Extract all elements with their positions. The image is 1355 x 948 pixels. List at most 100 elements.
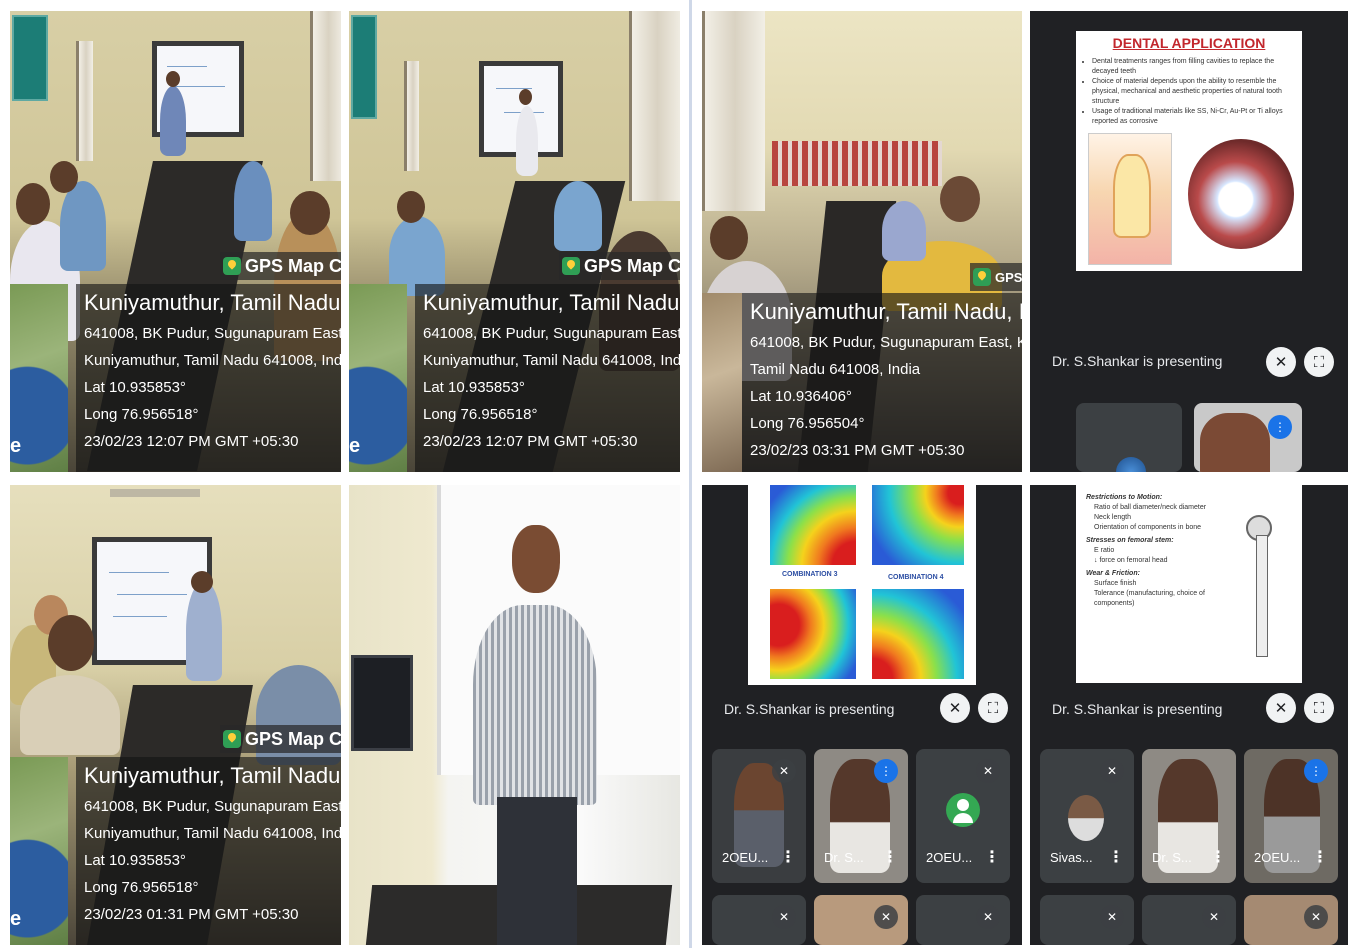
participant-tile[interactable]: Dr. S... ⋮ xyxy=(1142,749,1236,883)
projector-mount xyxy=(110,489,200,497)
avatar xyxy=(946,793,980,827)
hip-implant-diagram xyxy=(1236,515,1286,665)
participant-name: Dr. S... xyxy=(1152,850,1192,865)
shared-slide: DENTAL APPLICATION Dental treatments ran… xyxy=(1076,31,1302,271)
more-vertical-icon[interactable]: ⋮ xyxy=(1108,847,1124,867)
speaking-icon: ⋮ xyxy=(1304,759,1328,783)
gps-mini-map: e xyxy=(10,757,68,945)
more-vertical-icon[interactable]: ⋮ xyxy=(882,847,898,867)
window xyxy=(404,61,419,171)
participant-name: Dr. S... xyxy=(824,850,864,865)
fullscreen-icon[interactable]: ⛶ xyxy=(1304,693,1334,723)
more-vertical-icon[interactable]: ⋮ xyxy=(780,847,796,867)
timestamp: 23/02/23 01:31 PM GMT +05:30 xyxy=(84,906,299,923)
participant-tile[interactable]: ✕ xyxy=(1040,895,1134,945)
latitude: Lat 10.935853° xyxy=(423,379,525,396)
fullscreen-icon[interactable]: ⛶ xyxy=(978,693,1008,723)
gps-location-panel: Kuniyamuthur, Tamil Nadu, Indi 641008, B… xyxy=(76,284,341,472)
location-title: Kuniyamuthur, Tamil Nadu, Indi xyxy=(423,290,680,315)
gps-location-panel: Kuniyamuthur, Tamil Nadu, Indi 641008, B… xyxy=(415,284,680,472)
attendee xyxy=(20,675,120,755)
address-line: 641008, BK Pudur, Sugunapuram East, xyxy=(84,325,341,342)
location-title: Kuniyamuthur, Tamil Nadu, India xyxy=(750,299,1022,324)
participant-tile[interactable]: ✕ Sivas... ⋮ xyxy=(1040,749,1134,883)
presenting-label: Dr. S.Shankar is presenting xyxy=(1052,701,1223,717)
more-vertical-icon[interactable]: ⋮ xyxy=(1312,847,1328,867)
window xyxy=(310,11,341,181)
participant-tile[interactable]: ⋮ Dr. S... ⋮ xyxy=(814,749,908,883)
participant-tile[interactable]: ✕ 2OEU... ⋮ xyxy=(712,749,806,883)
address-line: Tamil Nadu 641008, India xyxy=(750,361,921,378)
mic-off-icon: ✕ xyxy=(772,905,796,929)
photo-seminar-3: GPS M Kuniyamuthur, Tamil Nadu, India 64… xyxy=(702,11,1022,472)
gps-map-camera-icon xyxy=(223,730,241,748)
pin-off-icon[interactable]: ✕ xyxy=(1266,347,1296,377)
photo-seminar-4: GPS Map Ca e Kuniyamuthur, Tamil Nadu, I… xyxy=(10,485,341,945)
stress-map-combination-3 xyxy=(770,485,856,565)
participant-tile[interactable]: ✕ xyxy=(1142,895,1236,945)
stress-map-combination-4 xyxy=(872,485,964,565)
mic-off-icon: ✕ xyxy=(1100,905,1124,929)
gps-app-badge: GPS Map Ca xyxy=(220,725,341,753)
longitude: Long 76.956518° xyxy=(423,406,538,423)
dental-photo xyxy=(1188,139,1294,249)
mic-off-icon: ✕ xyxy=(772,759,796,783)
tooth-diagram xyxy=(1088,133,1172,265)
speaking-icon: ⋮ xyxy=(1268,415,1292,439)
attendee xyxy=(554,181,602,251)
slide-bullets: Dental treatments ranges from filling ca… xyxy=(1076,57,1302,127)
latitude: Lat 10.936406° xyxy=(750,388,852,405)
speaking-icon: ⋮ xyxy=(874,759,898,783)
participant-tile[interactable]: ✕ xyxy=(712,895,806,945)
attendee xyxy=(234,161,272,241)
longitude: Long 76.956518° xyxy=(84,406,199,423)
participant-tile[interactable] xyxy=(1076,403,1182,472)
mic-off-icon: ✕ xyxy=(1304,905,1328,929)
more-vertical-icon[interactable]: ⋮ xyxy=(984,847,1000,867)
gps-mini-map: e xyxy=(10,284,68,472)
participant-name: 2OEU... xyxy=(926,850,973,865)
gps-location-panel: Kuniyamuthur, Tamil Nadu, Indi 641008, B… xyxy=(76,757,341,945)
gps-mini-map xyxy=(702,293,742,472)
presenter xyxy=(473,605,597,805)
mic-off-icon: ✕ xyxy=(976,905,1000,929)
wall-poster xyxy=(12,15,48,101)
bookshelf xyxy=(772,141,942,186)
gps-mini-map: e xyxy=(349,284,407,472)
shared-slide: Restrictions to Motion: Ratio of ball di… xyxy=(1076,485,1302,683)
address-line: 641008, BK Pudur, Sugunapuram East, Kuni… xyxy=(750,334,1022,351)
timestamp: 23/02/23 03:31 PM GMT +05:30 xyxy=(750,442,965,459)
participant-tile[interactable]: ✕ xyxy=(814,895,908,945)
more-vertical-icon[interactable]: ⋮ xyxy=(1210,847,1226,867)
mic-off-icon: ✕ xyxy=(1100,759,1124,783)
pin-off-icon[interactable]: ✕ xyxy=(940,693,970,723)
gps-map-camera-icon xyxy=(973,268,991,286)
participant-tile[interactable]: ⋮ 2OEU... ⋮ xyxy=(1244,749,1338,883)
participant-tile[interactable]: ✕ xyxy=(1244,895,1338,945)
presenter xyxy=(186,581,222,681)
avatar xyxy=(1068,795,1104,841)
combination-4-label: COMBINATION 4 xyxy=(888,574,944,581)
timestamp: 23/02/23 12:07 PM GMT +05:30 xyxy=(84,433,299,450)
wall-poster xyxy=(351,15,377,119)
meet-screenshot-hip: Restrictions to Motion: Ratio of ball di… xyxy=(1030,485,1348,945)
gps-app-badge: GPS M xyxy=(970,263,1022,291)
participant-tile[interactable]: ✕ 2OEU... ⋮ xyxy=(916,749,1010,883)
mic-off-icon: ✕ xyxy=(1202,905,1226,929)
meet-screenshot-dental: DENTAL APPLICATION Dental treatments ran… xyxy=(1030,11,1348,472)
window xyxy=(76,41,93,161)
meet-screenshot-combination: COMBINATION 3 COMBINATION 4 Dr. S.Shanka… xyxy=(702,485,1022,945)
participant-tile[interactable]: ⋮ xyxy=(1194,403,1302,472)
participant-tile[interactable]: ✕ xyxy=(916,895,1010,945)
longitude: Long 76.956518° xyxy=(84,879,199,896)
timestamp: 23/02/23 12:07 PM GMT +05:30 xyxy=(423,433,638,450)
fullscreen-icon[interactable]: ⛶ xyxy=(1304,347,1334,377)
page-divider xyxy=(689,0,692,948)
slide-bullets: Restrictions to Motion: Ratio of ball di… xyxy=(1086,494,1207,607)
presenter-trousers xyxy=(497,797,577,945)
pin-off-icon[interactable]: ✕ xyxy=(1266,693,1296,723)
combination-3-label: COMBINATION 3 xyxy=(782,571,838,578)
address-line: Kuniyamuthur, Tamil Nadu 641008, India xyxy=(423,352,680,369)
address-line: 641008, BK Pudur, Sugunapuram East, xyxy=(84,798,341,815)
presenting-label: Dr. S.Shankar is presenting xyxy=(724,701,895,717)
